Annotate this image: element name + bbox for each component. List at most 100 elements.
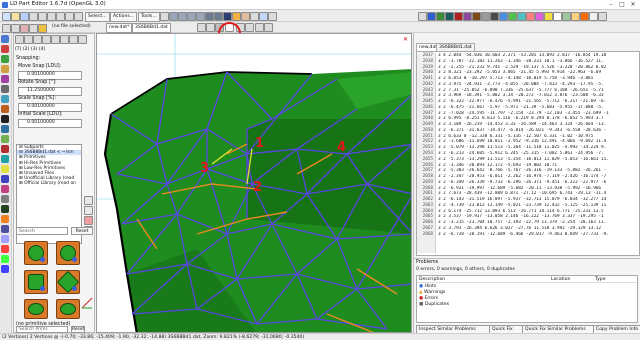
- subfile-icon[interactable]: [255, 23, 264, 32]
- primitive-thumb-2[interactable]: [56, 241, 80, 265]
- tool-slate-icon[interactable]: [1, 225, 9, 233]
- tool-green-icon[interactable]: [1, 55, 9, 63]
- tool-blue-icon[interactable]: [1, 35, 9, 43]
- editor-color-light-green-icon[interactable]: [508, 12, 517, 21]
- grid-snap-icon[interactable]: [197, 23, 206, 32]
- panel-icon-4[interactable]: [42, 35, 51, 44]
- initial-scale-input[interactable]: 0.00100000: [18, 119, 82, 128]
- move-snap-input[interactable]: 0.00100000: [18, 71, 82, 80]
- editor-color-pick-icon[interactable]: [589, 12, 598, 21]
- editor-color-cyan-icon[interactable]: [517, 12, 526, 21]
- view-right-icon[interactable]: [196, 12, 205, 21]
- panel-icon-1[interactable]: [15, 35, 24, 44]
- editor-color-brown-icon[interactable]: [472, 12, 481, 21]
- perspective-icon[interactable]: [223, 12, 232, 21]
- maximize-button[interactable]: □: [617, 1, 627, 9]
- tree-down-icon[interactable]: [84, 206, 93, 215]
- tool-magenta-icon[interactable]: [1, 185, 9, 193]
- editor-color-orange-icon[interactable]: [580, 12, 589, 21]
- view-left-icon[interactable]: [187, 12, 196, 21]
- tool-gray-icon[interactable]: [1, 85, 9, 93]
- primitive-thumb-3[interactable]: [24, 270, 48, 294]
- rotate-snap-input[interactable]: 11.2500000: [18, 87, 82, 96]
- copy-icon[interactable]: [47, 12, 56, 21]
- search-input[interactable]: Search: [16, 227, 68, 235]
- rotate-left-icon[interactable]: [160, 12, 169, 21]
- scale-mode-icon[interactable]: [29, 24, 38, 33]
- light-icon[interactable]: [241, 12, 250, 21]
- panel-icon-6[interactable]: [60, 35, 69, 44]
- editor-area[interactable]: 2037 2038 2039 2040 2041 2042 2043 2044 2045 2046…: [416, 51, 640, 256]
- editor-color-purple-icon[interactable]: [463, 12, 472, 21]
- tree-item-official-library[interactable]: ⊞ Official Library (read on: [17, 181, 81, 186]
- viewport-close-icon[interactable]: ✕: [402, 36, 409, 43]
- editor-color-pink-icon[interactable]: [535, 12, 544, 21]
- editor-color-dark-gray-icon[interactable]: [490, 12, 499, 21]
- scale-snap-input[interactable]: 0.00100000: [18, 103, 82, 112]
- editor-color-red-icon[interactable]: [454, 12, 463, 21]
- editor-color-blue-icon[interactable]: [427, 12, 436, 21]
- reset-prims-button[interactable]: Reset: [71, 326, 85, 333]
- tool-forest-icon[interactable]: [1, 205, 9, 213]
- tool-dark-blue-icon[interactable]: [1, 125, 9, 133]
- problem-row-duplicates[interactable]: ■ Duplicates: [417, 301, 637, 307]
- editor-color-light-blue-icon[interactable]: [499, 12, 508, 21]
- tool-amber-icon[interactable]: [1, 215, 9, 223]
- search-prims-input[interactable]: Search Prims: [16, 326, 68, 333]
- undo-icon[interactable]: [65, 12, 74, 21]
- close-window-button[interactable]: ✕: [628, 1, 638, 9]
- select-menu-button[interactable]: Select...: [85, 12, 110, 22]
- view-front-icon[interactable]: [169, 12, 178, 21]
- editor-color-salmon-icon[interactable]: [526, 12, 535, 21]
- code-line[interactable]: 3 2 -6.728 -28.191 -12.689 -6.466 -29.01…: [438, 232, 639, 238]
- tool-yellow-icon[interactable]: [1, 65, 9, 73]
- redo-icon[interactable]: [74, 12, 83, 21]
- paste-icon[interactable]: [56, 12, 65, 21]
- view-tab-2[interactable]: (2): [23, 47, 30, 52]
- vertex-icon[interactable]: [264, 23, 273, 32]
- panel-icon-5[interactable]: [51, 35, 60, 44]
- find-icon[interactable]: [268, 12, 277, 21]
- editor-color-yellow-icon[interactable]: [544, 12, 553, 21]
- new-file-icon[interactable]: [2, 12, 11, 21]
- tree-remove-icon[interactable]: [84, 216, 93, 225]
- primitive-thumb-5[interactable]: [24, 299, 48, 319]
- tool-lavender-icon[interactable]: [1, 235, 9, 243]
- mesh-render[interactable]: 1 2 3 4: [97, 34, 412, 333]
- minimize-button[interactable]: –: [606, 1, 616, 9]
- editor-new-icon[interactable]: [418, 12, 427, 21]
- editor-color-palette-icon[interactable]: [598, 12, 607, 21]
- tool-bright-blue-icon[interactable]: [1, 265, 9, 273]
- editor-color-tan-icon[interactable]: [571, 12, 580, 21]
- actions-menu-button[interactable]: Actions...: [110, 12, 138, 22]
- rotate-mode-icon[interactable]: [20, 24, 29, 33]
- editor-color-white-icon[interactable]: [553, 12, 562, 21]
- tool-purple-icon[interactable]: [1, 75, 9, 83]
- tool-teal-icon[interactable]: [1, 155, 9, 163]
- tool-indigo-icon[interactable]: [1, 175, 9, 183]
- toggle-icon[interactable]: [245, 23, 254, 32]
- snap-icon[interactable]: [38, 24, 47, 33]
- save-all-icon[interactable]: [29, 12, 38, 21]
- panel-icon-2[interactable]: [24, 35, 33, 44]
- panel-icon-7[interactable]: [69, 35, 78, 44]
- editor-color-teal-icon[interactable]: [445, 12, 454, 21]
- tool-crimson-icon[interactable]: [1, 145, 9, 153]
- view-tab-1[interactable]: (T): [15, 47, 21, 52]
- panel-icon-8[interactable]: [78, 35, 87, 44]
- tool-cyan-icon[interactable]: [1, 95, 9, 103]
- tool-red-icon[interactable]: [1, 45, 9, 53]
- open-file-icon[interactable]: [11, 12, 20, 21]
- grid-icon[interactable]: [250, 12, 259, 21]
- editor-color-pale-green-icon[interactable]: [562, 12, 571, 21]
- 3d-viewport[interactable]: 1 2 3 4 ✕: [96, 33, 412, 333]
- code-lines[interactable]: 3 4 2.044 -54.836 10.603 2.271 -53.205 1…: [438, 53, 639, 253]
- save-icon[interactable]: [20, 12, 29, 21]
- tool-lemon-icon[interactable]: [1, 165, 9, 173]
- view-bottom-icon[interactable]: [214, 12, 223, 21]
- primitive-thumb-1[interactable]: [24, 241, 48, 265]
- tool-bright-green-icon[interactable]: [1, 255, 9, 263]
- tool-scarlet-icon[interactable]: [1, 245, 9, 253]
- panel-icon-3[interactable]: [33, 35, 42, 44]
- editor-color-green-icon[interactable]: [436, 12, 445, 21]
